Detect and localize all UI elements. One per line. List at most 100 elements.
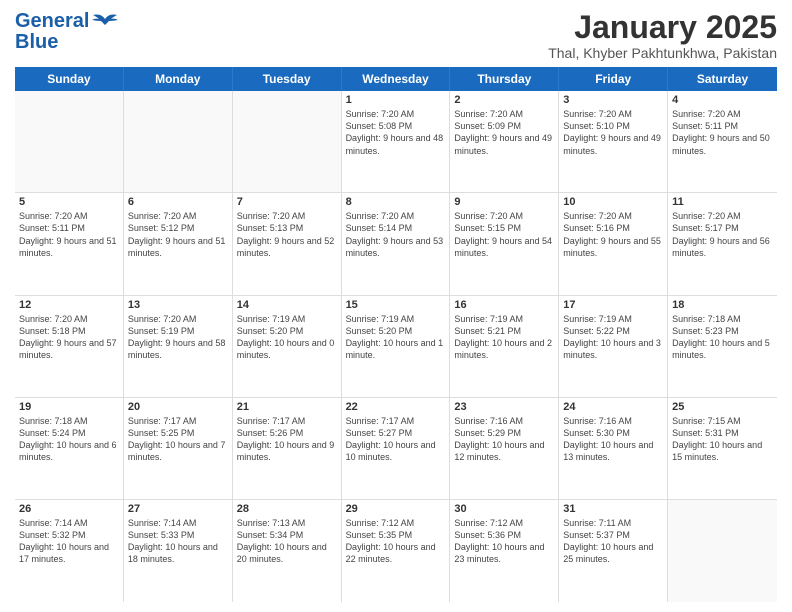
cell-w4-d3: 21 Sunrise: 7:17 AM Sunset: 5:26 PM Dayli… <box>233 398 342 499</box>
day-number: 30 <box>454 503 554 515</box>
day-number: 21 <box>237 401 337 413</box>
week-row-4: 19 Sunrise: 7:18 AM Sunset: 5:24 PM Dayli… <box>15 398 777 500</box>
day-number: 26 <box>19 503 119 515</box>
cell-w1-d1 <box>15 91 124 192</box>
day-number: 15 <box>346 299 446 311</box>
day-number: 25 <box>672 401 773 413</box>
header-friday: Friday <box>559 67 668 91</box>
cell-info: Sunrise: 7:20 AM Sunset: 5:09 PM Dayligh… <box>454 108 554 157</box>
cell-info: Sunrise: 7:19 AM Sunset: 5:20 PM Dayligh… <box>237 313 337 362</box>
cell-info: Sunrise: 7:11 AM Sunset: 5:37 PM Dayligh… <box>563 517 663 566</box>
day-number: 9 <box>454 196 554 208</box>
cell-w4-d4: 22 Sunrise: 7:17 AM Sunset: 5:27 PM Dayli… <box>342 398 451 499</box>
cell-info: Sunrise: 7:12 AM Sunset: 5:35 PM Dayligh… <box>346 517 446 566</box>
cell-w1-d4: 1 Sunrise: 7:20 AM Sunset: 5:08 PM Daylig… <box>342 91 451 192</box>
cell-w2-d1: 5Sunrise: 7:20 AM Sunset: 5:11 PM Daylig… <box>15 193 124 294</box>
cell-info: Sunrise: 7:19 AM Sunset: 5:21 PM Dayligh… <box>454 313 554 362</box>
cell-w5-d2: 27 Sunrise: 7:14 AM Sunset: 5:33 PM Dayli… <box>124 500 233 602</box>
cell-info: Sunrise: 7:20 AM Sunset: 5:08 PM Dayligh… <box>346 108 446 157</box>
calendar-body: 1 Sunrise: 7:20 AM Sunset: 5:08 PM Daylig… <box>15 91 777 602</box>
day-number: 3 <box>563 94 663 106</box>
week-row-3: 12 Sunrise: 7:20 AM Sunset: 5:18 PM Dayli… <box>15 296 777 398</box>
header-monday: Monday <box>124 67 233 91</box>
cell-info: Sunrise: 7:17 AM Sunset: 5:25 PM Dayligh… <box>128 415 228 464</box>
day-number: 19 <box>19 401 119 413</box>
day-number: 12 <box>19 299 119 311</box>
cell-info: Sunrise: 7:20 AM Sunset: 5:12 PM Dayligh… <box>128 210 228 259</box>
cell-info: Sunrise: 7:20 AM Sunset: 5:19 PM Dayligh… <box>128 313 228 362</box>
cell-info: Sunrise: 7:14 AM Sunset: 5:33 PM Dayligh… <box>128 517 228 566</box>
cell-w1-d3 <box>233 91 342 192</box>
cell-w5-d4: 29 Sunrise: 7:12 AM Sunset: 5:35 PM Dayli… <box>342 500 451 602</box>
cell-info: Sunrise: 7:17 AM Sunset: 5:27 PM Dayligh… <box>346 415 446 464</box>
cell-w4-d7: 25 Sunrise: 7:15 AM Sunset: 5:31 PM Dayli… <box>668 398 777 499</box>
day-number: 31 <box>563 503 663 515</box>
day-number: 1 <box>346 94 446 106</box>
cell-info: Sunrise: 7:20 AM Sunset: 5:14 PM Dayligh… <box>346 210 446 259</box>
cell-w3-d1: 12 Sunrise: 7:20 AM Sunset: 5:18 PM Dayli… <box>15 296 124 397</box>
cell-w3-d5: 16 Sunrise: 7:19 AM Sunset: 5:21 PM Dayli… <box>450 296 559 397</box>
day-number: 8 <box>346 196 446 208</box>
cell-info: Sunrise: 7:20 AM Sunset: 5:17 PM Dayligh… <box>672 210 773 259</box>
cell-w3-d6: 17 Sunrise: 7:19 AM Sunset: 5:22 PM Dayli… <box>559 296 668 397</box>
cell-w4-d5: 23Sunrise: 7:16 AM Sunset: 5:29 PM Dayli… <box>450 398 559 499</box>
day-number: 6 <box>128 196 228 208</box>
day-number: 18 <box>672 299 773 311</box>
cell-w1-d2 <box>124 91 233 192</box>
header-sunday: Sunday <box>15 67 124 91</box>
cell-info: Sunrise: 7:19 AM Sunset: 5:22 PM Dayligh… <box>563 313 663 362</box>
cell-w5-d7 <box>668 500 777 602</box>
header-saturday: Saturday <box>668 67 777 91</box>
cell-w5-d6: 31 Sunrise: 7:11 AM Sunset: 5:37 PM Dayli… <box>559 500 668 602</box>
cell-info: Sunrise: 7:20 AM Sunset: 5:11 PM Dayligh… <box>672 108 773 157</box>
cell-w2-d3: 7 Sunrise: 7:20 AM Sunset: 5:13 PM Daylig… <box>233 193 342 294</box>
cell-w3-d7: 18 Sunrise: 7:18 AM Sunset: 5:23 PM Dayli… <box>668 296 777 397</box>
day-number: 11 <box>672 196 773 208</box>
logo: General Blue <box>15 10 119 54</box>
header-wednesday: Wednesday <box>342 67 451 91</box>
day-number: 24 <box>563 401 663 413</box>
cell-w2-d5: 9Sunrise: 7:20 AM Sunset: 5:15 PM Daylig… <box>450 193 559 294</box>
header: General Blue January 2025 Thal, Khyber P… <box>15 10 777 61</box>
cell-info: Sunrise: 7:16 AM Sunset: 5:29 PM Dayligh… <box>454 415 554 464</box>
day-number: 29 <box>346 503 446 515</box>
cell-w1-d5: 2 Sunrise: 7:20 AM Sunset: 5:09 PM Daylig… <box>450 91 559 192</box>
day-number: 20 <box>128 401 228 413</box>
header-tuesday: Tuesday <box>233 67 342 91</box>
header-thursday: Thursday <box>450 67 559 91</box>
cell-info: Sunrise: 7:18 AM Sunset: 5:24 PM Dayligh… <box>19 415 119 464</box>
day-number: 22 <box>346 401 446 413</box>
cell-info: Sunrise: 7:12 AM Sunset: 5:36 PM Dayligh… <box>454 517 554 566</box>
cell-info: Sunrise: 7:17 AM Sunset: 5:26 PM Dayligh… <box>237 415 337 464</box>
cell-w1-d7: 4 Sunrise: 7:20 AM Sunset: 5:11 PM Daylig… <box>668 91 777 192</box>
day-number: 5 <box>19 196 119 208</box>
cell-info: Sunrise: 7:16 AM Sunset: 5:30 PM Dayligh… <box>563 415 663 464</box>
cell-w3-d2: 13Sunrise: 7:20 AM Sunset: 5:19 PM Dayli… <box>124 296 233 397</box>
cell-w2-d4: 8 Sunrise: 7:20 AM Sunset: 5:14 PM Daylig… <box>342 193 451 294</box>
page: General Blue January 2025 Thal, Khyber P… <box>0 0 792 612</box>
cell-w1-d6: 3Sunrise: 7:20 AM Sunset: 5:10 PM Daylig… <box>559 91 668 192</box>
cell-w4-d6: 24 Sunrise: 7:16 AM Sunset: 5:30 PM Dayli… <box>559 398 668 499</box>
logo-bird-icon <box>91 11 119 33</box>
day-number: 4 <box>672 94 773 106</box>
cell-info: Sunrise: 7:14 AM Sunset: 5:32 PM Dayligh… <box>19 517 119 566</box>
week-row-2: 5Sunrise: 7:20 AM Sunset: 5:11 PM Daylig… <box>15 193 777 295</box>
cell-w5-d3: 28 Sunrise: 7:13 AM Sunset: 5:34 PM Dayli… <box>233 500 342 602</box>
cell-w5-d1: 26 Sunrise: 7:14 AM Sunset: 5:32 PM Dayli… <box>15 500 124 602</box>
day-number: 14 <box>237 299 337 311</box>
cell-info: Sunrise: 7:20 AM Sunset: 5:18 PM Dayligh… <box>19 313 119 362</box>
cell-info: Sunrise: 7:13 AM Sunset: 5:34 PM Dayligh… <box>237 517 337 566</box>
day-number: 28 <box>237 503 337 515</box>
cell-info: Sunrise: 7:20 AM Sunset: 5:13 PM Dayligh… <box>237 210 337 259</box>
calendar-header: Sunday Monday Tuesday Wednesday Thursday… <box>15 67 777 91</box>
month-title: January 2025 <box>548 10 777 45</box>
day-number: 27 <box>128 503 228 515</box>
day-number: 2 <box>454 94 554 106</box>
cell-info: Sunrise: 7:18 AM Sunset: 5:23 PM Dayligh… <box>672 313 773 362</box>
day-number: 17 <box>563 299 663 311</box>
day-number: 16 <box>454 299 554 311</box>
cell-info: Sunrise: 7:15 AM Sunset: 5:31 PM Dayligh… <box>672 415 773 464</box>
logo-blue: Blue <box>15 31 58 54</box>
title-section: January 2025 Thal, Khyber Pakhtunkhwa, P… <box>548 10 777 61</box>
day-number: 7 <box>237 196 337 208</box>
